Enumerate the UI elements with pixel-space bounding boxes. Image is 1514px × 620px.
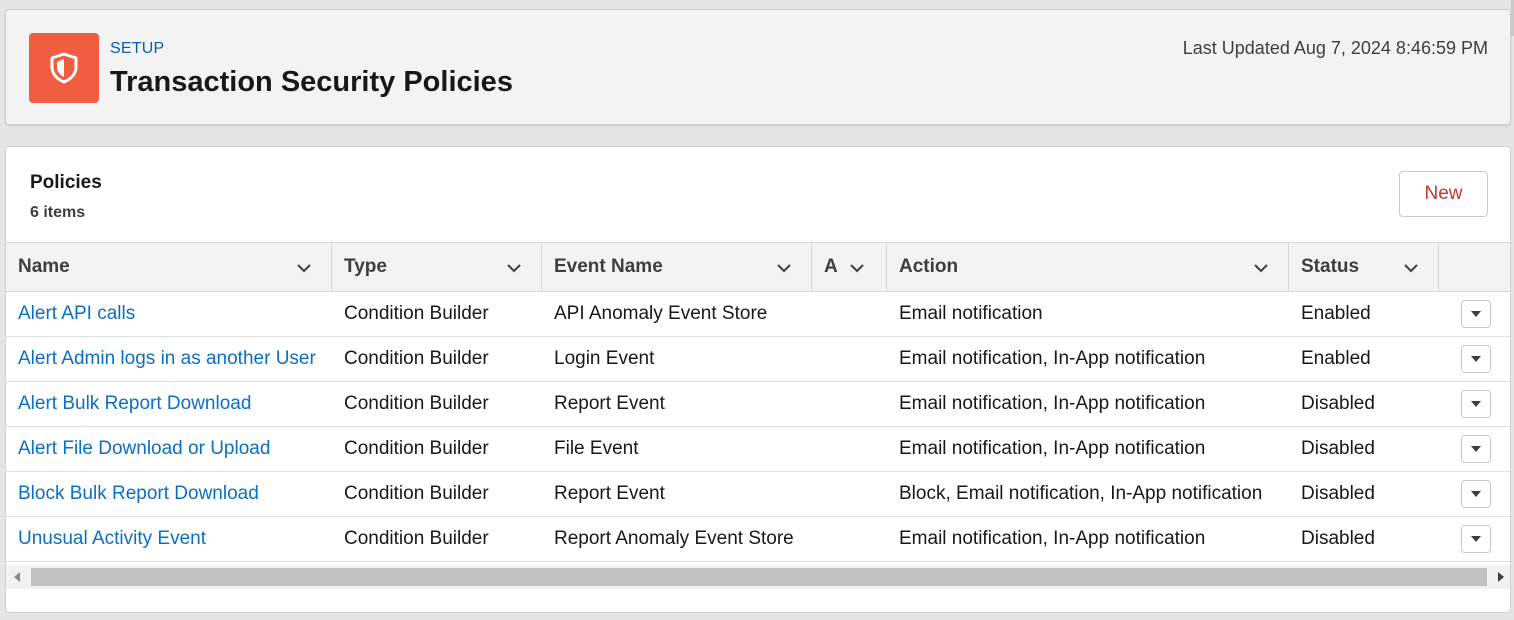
card-title: Policies bbox=[30, 172, 102, 193]
policy-status: Disabled bbox=[1301, 438, 1375, 459]
policy-action: Email notification, In-App notification bbox=[899, 393, 1206, 414]
policy-event: Report Anomaly Event Store bbox=[554, 528, 794, 549]
policy-name-link[interactable]: Unusual Activity Event bbox=[6, 517, 332, 561]
policy-action: Email notification, In-App notification bbox=[899, 528, 1206, 549]
policy-action: Email notification, In-App notification bbox=[899, 348, 1206, 369]
row-actions-button[interactable] bbox=[1461, 525, 1491, 553]
shield-icon bbox=[50, 52, 78, 84]
column-header-a[interactable]: A bbox=[812, 243, 887, 291]
table-row: Block Bulk Report Download Condition Bui… bbox=[6, 472, 1510, 517]
policy-a bbox=[812, 427, 887, 471]
app-icon bbox=[29, 33, 99, 103]
policy-a bbox=[812, 382, 887, 426]
scroll-left-icon[interactable] bbox=[13, 572, 21, 582]
policy-status: Disabled bbox=[1301, 483, 1375, 504]
policy-event: Report Event bbox=[554, 393, 665, 414]
row-actions-button[interactable] bbox=[1461, 345, 1491, 373]
policy-status: Disabled bbox=[1301, 393, 1375, 414]
policy-status: Disabled bbox=[1301, 528, 1375, 549]
chevron-down-icon[interactable] bbox=[1252, 259, 1270, 277]
row-actions-button[interactable] bbox=[1461, 435, 1491, 463]
policy-name-link[interactable]: Alert Bulk Report Download bbox=[6, 382, 332, 426]
chevron-down-icon[interactable] bbox=[295, 259, 313, 277]
caret-down-icon bbox=[1471, 491, 1481, 497]
column-header-type[interactable]: Type bbox=[332, 243, 542, 291]
column-header-event-name[interactable]: Event Name bbox=[542, 243, 812, 291]
caret-down-icon bbox=[1471, 401, 1481, 407]
row-actions-button[interactable] bbox=[1461, 390, 1491, 418]
policy-name-link[interactable]: Alert Admin logs in as another User bbox=[6, 337, 320, 381]
policy-a bbox=[812, 472, 887, 516]
item-count: 6 items bbox=[30, 204, 86, 221]
policy-event: Report Event bbox=[554, 483, 665, 504]
policy-status: Enabled bbox=[1301, 348, 1371, 369]
table-header: Name Type Event Name A Action Status bbox=[6, 242, 1510, 292]
policy-action: Email notification, In-App notification bbox=[899, 438, 1206, 459]
column-header-label: A bbox=[824, 256, 838, 277]
policy-name-link[interactable]: Alert File Download or Upload bbox=[6, 427, 332, 471]
breadcrumb-setup: SETUP bbox=[110, 40, 165, 57]
table-row: Alert Admin logs in as another User Cond… bbox=[6, 337, 1510, 382]
policy-event: Login Event bbox=[554, 348, 655, 369]
policy-name-link[interactable]: Alert API calls bbox=[6, 292, 332, 336]
new-policy-button[interactable]: New bbox=[1399, 171, 1488, 217]
table-row: Alert API calls Condition Builder API An… bbox=[6, 292, 1510, 337]
page-header: SETUP Transaction Security Policies Last… bbox=[5, 9, 1511, 125]
policy-a bbox=[812, 337, 887, 381]
column-header-status[interactable]: Status bbox=[1289, 243, 1439, 291]
column-header-label: Action bbox=[899, 256, 959, 277]
policy-type: Condition Builder bbox=[344, 438, 489, 459]
policy-type: Condition Builder bbox=[344, 303, 489, 324]
policy-a bbox=[812, 292, 887, 336]
scrollbar-thumb[interactable] bbox=[31, 568, 1487, 586]
page-title: Transaction Security Policies bbox=[110, 66, 513, 98]
policy-type: Condition Builder bbox=[344, 348, 489, 369]
row-actions-button[interactable] bbox=[1461, 480, 1491, 508]
row-actions-button[interactable] bbox=[1461, 300, 1491, 328]
scroll-right-icon[interactable] bbox=[1497, 572, 1505, 582]
table-row: Unusual Activity Event Condition Builder… bbox=[6, 517, 1510, 562]
chevron-down-icon[interactable] bbox=[505, 259, 523, 277]
chevron-down-icon[interactable] bbox=[1402, 259, 1420, 277]
chevron-down-icon[interactable] bbox=[848, 259, 866, 277]
column-header-label: Status bbox=[1301, 256, 1360, 277]
caret-down-icon bbox=[1471, 356, 1481, 362]
policy-status: Enabled bbox=[1301, 303, 1371, 324]
policy-action: Block, Email notification, In-App notifi… bbox=[899, 483, 1263, 504]
policies-table: Name Type Event Name A Action Status Ale… bbox=[6, 242, 1510, 562]
horizontal-scrollbar[interactable] bbox=[6, 565, 1510, 589]
chevron-down-icon[interactable] bbox=[775, 259, 793, 277]
column-header-label: Event Name bbox=[554, 256, 663, 277]
policy-type: Condition Builder bbox=[344, 483, 489, 504]
policy-event: File Event bbox=[554, 438, 639, 459]
caret-down-icon bbox=[1471, 311, 1481, 317]
table-row: Alert Bulk Report Download Condition Bui… bbox=[6, 382, 1510, 427]
policy-action: Email notification bbox=[899, 303, 1043, 324]
policy-type: Condition Builder bbox=[344, 528, 489, 549]
column-header-label: Type bbox=[344, 256, 387, 277]
column-header-action[interactable]: Action bbox=[887, 243, 1289, 291]
caret-down-icon bbox=[1471, 446, 1481, 452]
table-row: Alert File Download or Upload Condition … bbox=[6, 427, 1510, 472]
caret-down-icon bbox=[1471, 536, 1481, 542]
policies-card: Policies 6 items New Name Type Event Nam… bbox=[5, 146, 1511, 613]
policy-a bbox=[812, 517, 887, 561]
policy-event: API Anomaly Event Store bbox=[554, 303, 768, 324]
column-header-name[interactable]: Name bbox=[6, 243, 332, 291]
last-updated-timestamp: Last Updated Aug 7, 2024 8:46:59 PM bbox=[1182, 38, 1488, 58]
policy-type: Condition Builder bbox=[344, 393, 489, 414]
policy-name-link[interactable]: Block Bulk Report Download bbox=[6, 472, 332, 516]
column-header-label: Name bbox=[18, 256, 70, 277]
